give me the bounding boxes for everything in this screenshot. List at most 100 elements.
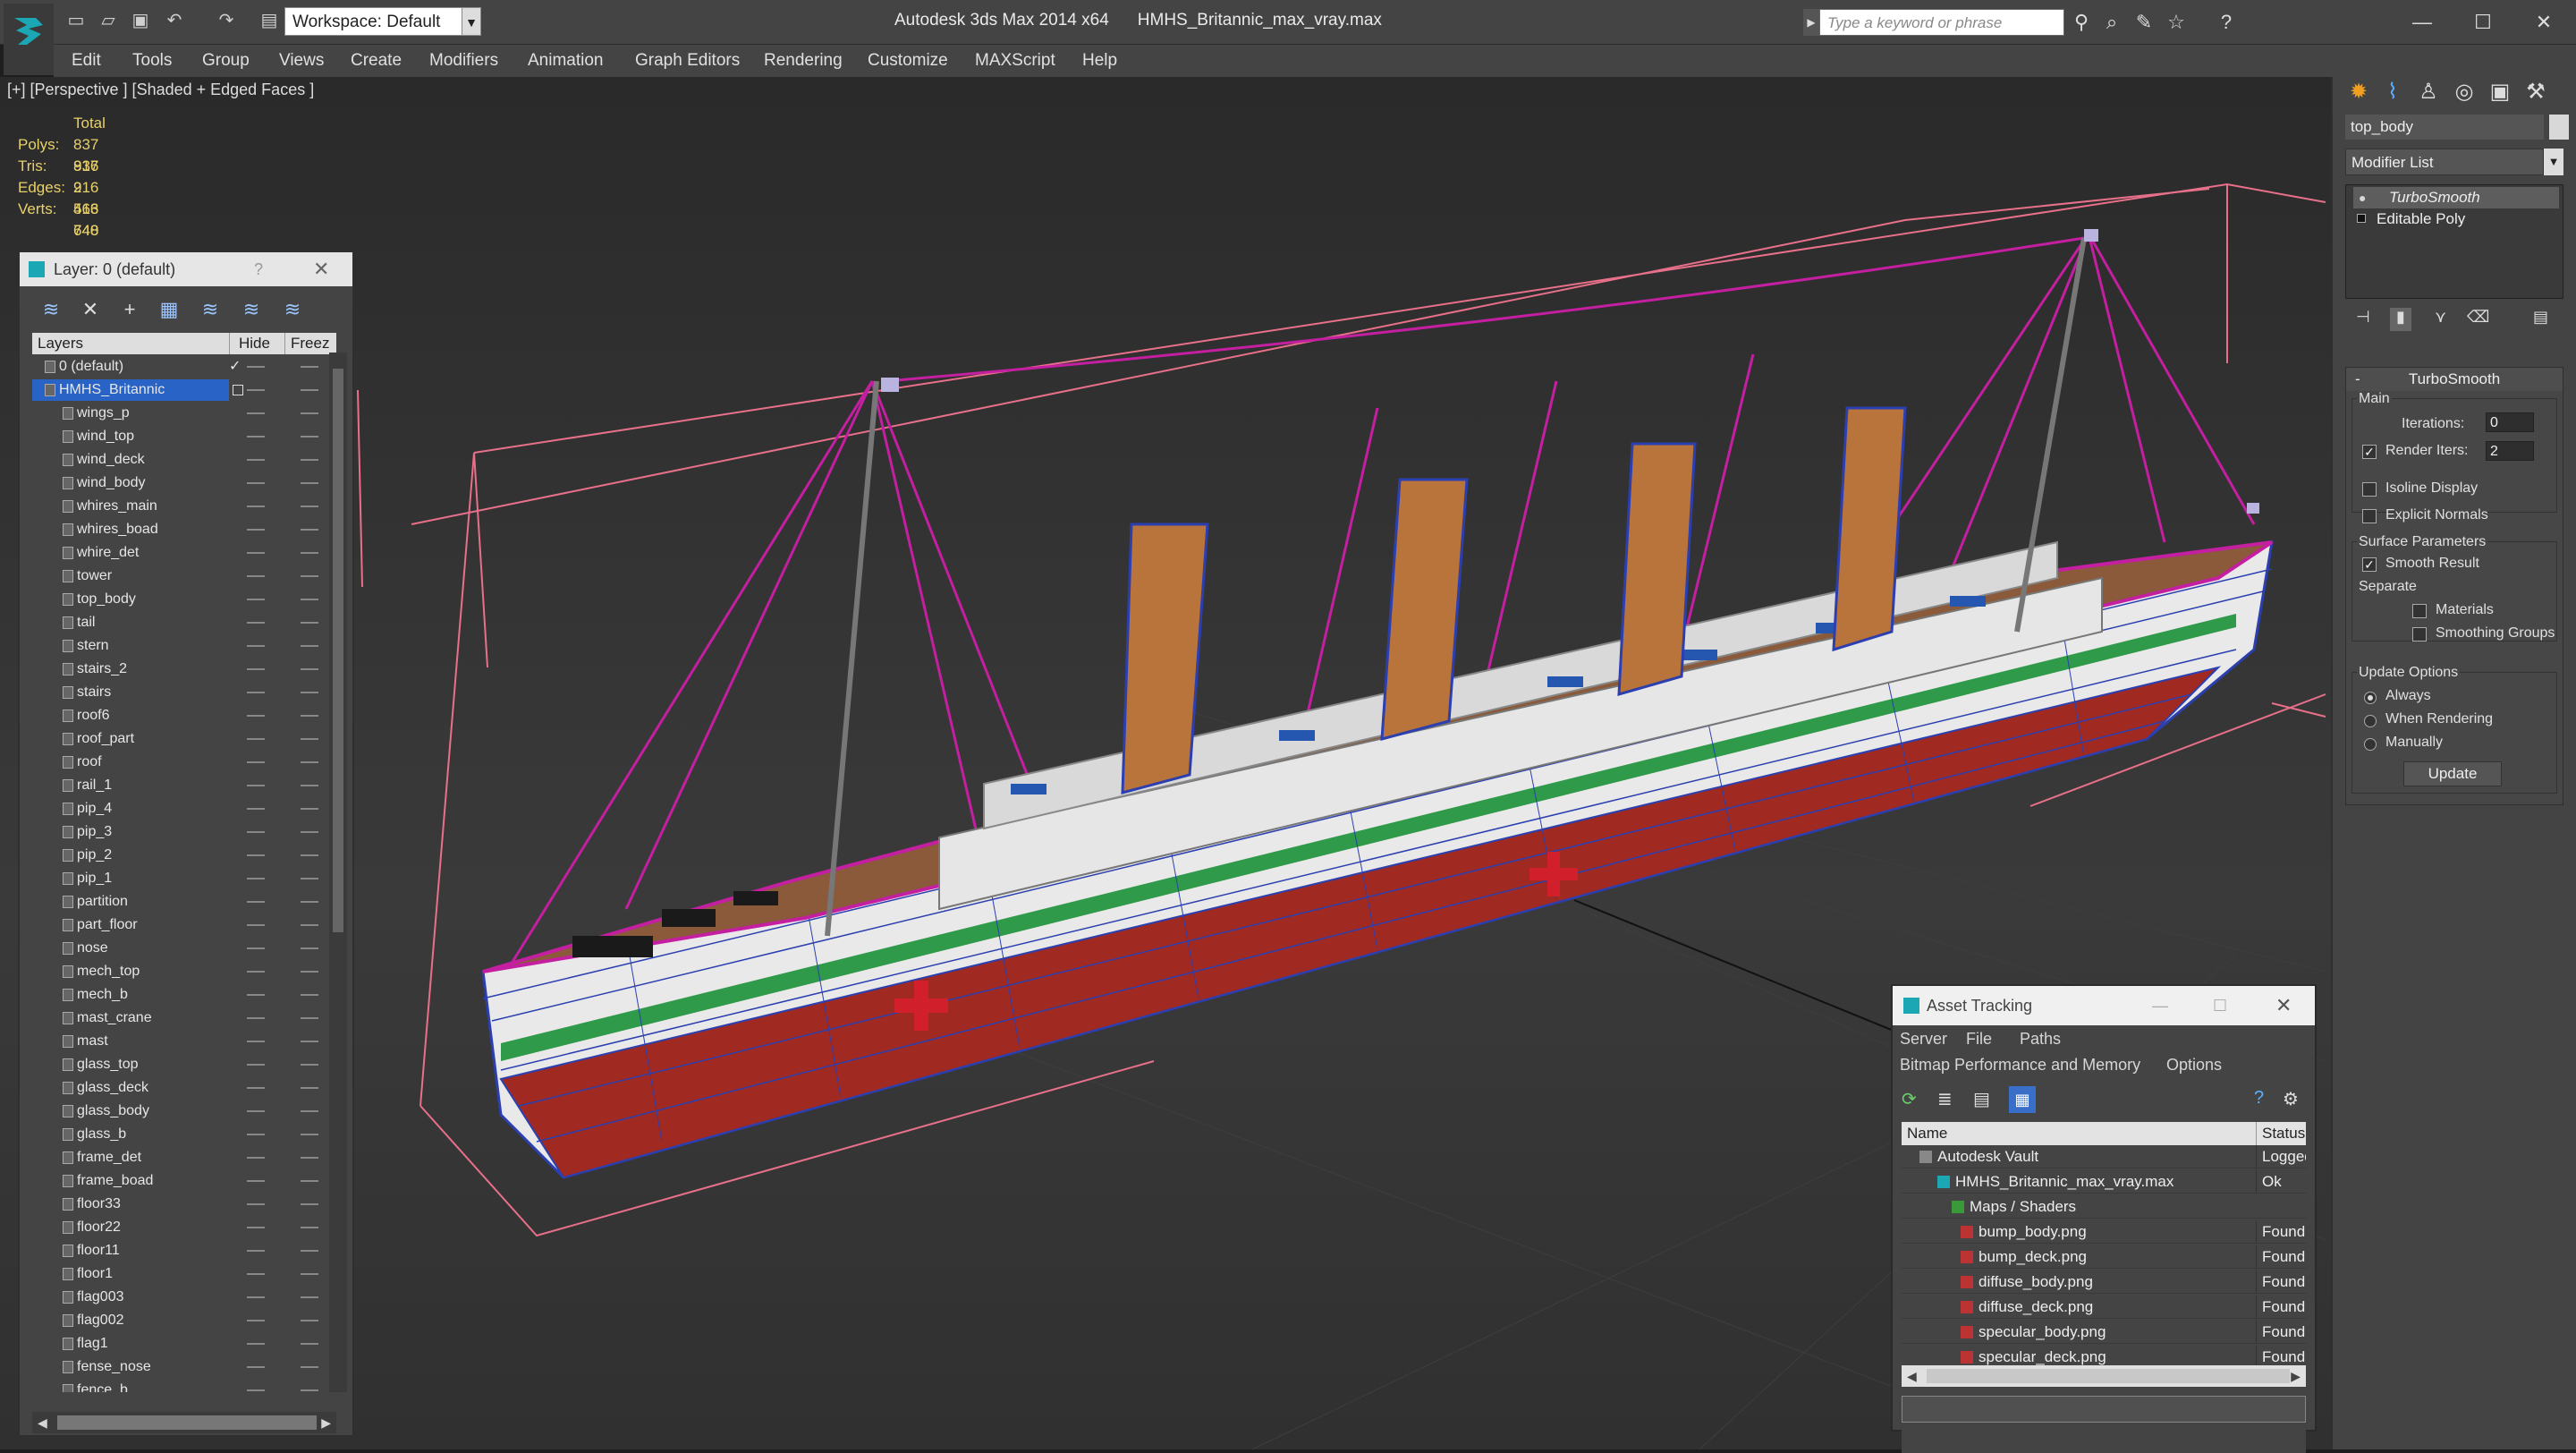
object-color-swatch[interactable] [2549, 115, 2569, 140]
hide-toggle[interactable] [247, 552, 265, 554]
horizontal-scrollbar[interactable]: ◀ ▶ [1902, 1365, 2306, 1387]
new-layer-icon[interactable]: ≋ [38, 297, 64, 322]
freeze-toggle[interactable] [301, 575, 318, 577]
always-radio[interactable] [2364, 692, 2377, 704]
communication-icon[interactable]: ✎ [2131, 9, 2157, 36]
horizontal-scrollbar[interactable]: ◀ ▶ [32, 1412, 336, 1433]
layer-row[interactable]: flag1 [32, 1333, 336, 1355]
hide-toggle[interactable] [247, 1087, 265, 1089]
select-objects-icon[interactable]: ▦ [156, 297, 182, 322]
smooth-result-checkbox[interactable]: ✓ [2362, 557, 2377, 572]
layer-row[interactable]: floor22 [32, 1217, 336, 1238]
hide-toggle[interactable] [247, 1134, 265, 1135]
freeze-toggle[interactable] [301, 1227, 318, 1228]
add-to-layer-icon[interactable]: + [116, 297, 143, 322]
freeze-toggle[interactable] [301, 1366, 318, 1368]
layer-row[interactable]: mast [32, 1031, 336, 1052]
freeze-toggle[interactable] [301, 1157, 318, 1159]
freeze-toggle[interactable] [301, 668, 318, 670]
freeze-toggle[interactable] [301, 761, 318, 763]
hide-toggle[interactable] [247, 1017, 265, 1019]
layer-row[interactable]: wind_body [32, 472, 336, 494]
menu-graph-editors[interactable]: Graph Editors [635, 45, 740, 77]
object-name-field[interactable]: top_body [2345, 115, 2544, 140]
menu-bitmap-performance[interactable]: Bitmap Performance and Memory [1900, 1052, 2140, 1077]
new-file-icon[interactable]: ▭ [64, 9, 88, 32]
layer-row[interactable]: fence_b [32, 1380, 336, 1392]
freeze-toggle[interactable] [301, 901, 318, 903]
layer-row[interactable]: floor1 [32, 1263, 336, 1285]
hide-toggle[interactable] [247, 1041, 265, 1042]
layer-row[interactable]: roof [32, 752, 336, 773]
hide-toggle[interactable] [247, 1110, 265, 1112]
layer-row[interactable]: floor33 [32, 1194, 336, 1215]
undo-icon[interactable]: ↶ [163, 9, 186, 32]
freeze-toggle[interactable] [301, 1180, 318, 1182]
help-icon[interactable]: ? [2213, 9, 2240, 36]
freeze-toggle[interactable] [301, 947, 318, 949]
freeze-toggle[interactable] [301, 1320, 318, 1321]
stack-item-editable-poly[interactable]: Editable Poly [2353, 208, 2559, 230]
detail-view-icon[interactable]: ▤ [1973, 1088, 1990, 1110]
freeze-toggle[interactable] [301, 599, 318, 600]
create-tab-icon[interactable]: ✹ [2343, 77, 2374, 107]
layer-row[interactable]: roof_part [32, 728, 336, 750]
explicit-normals-checkbox[interactable] [2362, 509, 2377, 523]
render-iters-spinner[interactable]: 2 [2486, 441, 2534, 461]
rollout-header[interactable]: - TurboSmooth [2346, 368, 2563, 391]
chevron-down-icon[interactable]: ▼ [2544, 149, 2563, 175]
save-icon[interactable]: ▣ [129, 9, 152, 32]
layer-row[interactable]: frame_boad [32, 1170, 336, 1192]
show-end-result-icon[interactable]: ▮ [2390, 308, 2411, 331]
scrollbar-thumb[interactable] [57, 1415, 317, 1430]
layer-row[interactable]: tower [32, 565, 336, 587]
freeze-toggle[interactable] [301, 785, 318, 786]
modify-tab-icon[interactable]: ⌇ [2377, 77, 2408, 107]
viewport-label[interactable]: [+] [Perspective ] [Shaded + Edged Faces… [7, 81, 314, 99]
close-icon[interactable]: ✕ [2275, 986, 2292, 1025]
delete-layer-icon[interactable]: ✕ [77, 297, 104, 322]
freeze-toggle[interactable] [301, 482, 318, 484]
menu-paths[interactable]: Paths [2020, 1025, 2061, 1052]
freeze-toggle[interactable] [301, 1343, 318, 1345]
freeze-toggle[interactable] [301, 692, 318, 693]
layer-row[interactable]: pip_2 [32, 845, 336, 866]
iterations-spinner[interactable]: 0 [2486, 412, 2534, 432]
asset-row[interactable]: diffuse_deck.png Found [1902, 1296, 2306, 1319]
freeze-toggle[interactable] [301, 1041, 318, 1042]
layer-row[interactable]: pip_1 [32, 868, 336, 889]
freeze-toggle[interactable] [301, 1087, 318, 1089]
refresh-icon[interactable]: ⟳ [1902, 1088, 1917, 1110]
layer-row[interactable]: glass_top [32, 1054, 336, 1075]
hide-toggle[interactable] [247, 1180, 265, 1182]
hide-toggle[interactable] [247, 389, 265, 391]
layer-row[interactable]: frame_det [32, 1147, 336, 1168]
freeze-toggle[interactable] [301, 1389, 318, 1391]
hide-toggle[interactable] [247, 808, 265, 810]
layer-panel-titlebar[interactable]: Layer: 0 (default) ? ✕ [20, 252, 352, 286]
hide-toggle[interactable] [247, 738, 265, 740]
hide-toggle[interactable] [247, 901, 265, 903]
freeze-toggle[interactable] [301, 366, 318, 368]
layer-row[interactable]: flag003 [32, 1287, 336, 1308]
scroll-left-icon[interactable]: ◀ [38, 1412, 47, 1433]
layer-row[interactable]: whires_main [32, 496, 336, 517]
asset-row[interactable]: HMHS_Britannic_max_vray.max Ok [1902, 1170, 2306, 1194]
hide-toggle[interactable] [247, 1250, 265, 1252]
freeze-toggle[interactable] [301, 994, 318, 996]
asset-row[interactable]: diffuse_body.png Found [1902, 1270, 2306, 1294]
materials-checkbox[interactable] [2412, 604, 2427, 618]
menu-options[interactable]: Options [2166, 1052, 2222, 1077]
hide-toggle[interactable] [247, 715, 265, 717]
binoculars-icon[interactable]: ⚲ [2068, 9, 2095, 36]
freeze-toggle[interactable] [301, 1110, 318, 1112]
freeze-toggle[interactable] [301, 506, 318, 507]
display-tab-icon[interactable]: ▣ [2485, 77, 2515, 107]
asset-row[interactable]: specular_body.png Found [1902, 1321, 2306, 1344]
minimize-icon[interactable]: — [2152, 986, 2168, 1025]
layer-row[interactable]: glass_b [32, 1124, 336, 1145]
layer-row[interactable]: HMHS_Britannic [32, 379, 318, 401]
hide-toggle[interactable] [247, 575, 265, 577]
hide-toggle[interactable] [247, 1203, 265, 1205]
layer-row[interactable]: wind_deck [32, 449, 336, 471]
